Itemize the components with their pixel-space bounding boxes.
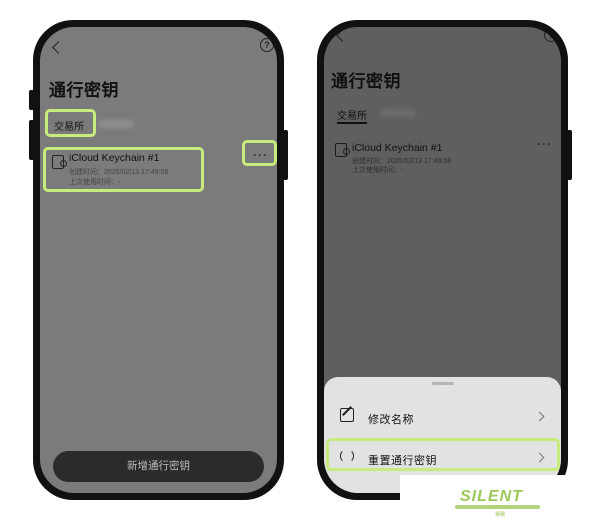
edit-icon <box>340 408 354 422</box>
volume-button <box>29 90 34 110</box>
passkey-last-used: 上次使用时间：- <box>352 167 404 174</box>
highlight-passkey <box>43 147 204 192</box>
highlight-tab <box>45 109 96 137</box>
more-icon[interactable]: ··· <box>537 137 552 151</box>
phone-frame-right: ? 通行密钥 交易所 iCloud Keychain #1 创建时间：2025/… <box>317 20 572 500</box>
tab-exchange[interactable]: 交易所 <box>337 107 367 122</box>
rename-option[interactable]: 修改名称 <box>324 400 561 434</box>
sheet-handle[interactable] <box>431 382 454 385</box>
screen-right: ? 通行密钥 交易所 iCloud Keychain #1 创建时间：2025/… <box>324 27 561 493</box>
highlight-more <box>242 140 277 166</box>
passkey-item[interactable]: iCloud Keychain #1 创建时间：2025/02/13 17:49… <box>324 133 561 183</box>
passkey-name: iCloud Keychain #1 <box>352 142 443 154</box>
page-title: 通行密钥 <box>331 72 401 91</box>
power-button <box>283 130 288 180</box>
watermark-subtext: 赛蘭 <box>495 512 506 518</box>
passkey-icon <box>335 143 350 157</box>
page-title: 通行密钥 <box>49 81 119 100</box>
tab-blurred[interactable] <box>98 120 134 128</box>
rename-label: 修改名称 <box>368 414 414 426</box>
phone-frame-left: ? 通行密钥 交易所 iCloud Keychain #1 创建时间：2025/… <box>29 20 288 500</box>
watermark-text: SILENT <box>460 488 523 505</box>
back-icon[interactable] <box>52 41 65 54</box>
power-button <box>567 130 572 180</box>
volume-button <box>29 120 34 160</box>
watermark-logo: SILENT 赛蘭 <box>400 475 600 522</box>
help-icon[interactable]: ? <box>260 38 274 52</box>
tab-underline <box>337 122 367 124</box>
tab-blurred[interactable] <box>380 109 416 117</box>
help-icon[interactable]: ? <box>544 28 558 42</box>
chevron-right-icon <box>534 411 545 422</box>
watermark-swoosh <box>455 505 540 509</box>
add-passkey-button[interactable]: 新增通行密钥 <box>53 451 264 482</box>
back-icon[interactable] <box>336 29 349 42</box>
screen-left: ? 通行密钥 交易所 iCloud Keychain #1 创建时间：2025/… <box>40 27 277 493</box>
highlight-reset <box>326 438 560 471</box>
